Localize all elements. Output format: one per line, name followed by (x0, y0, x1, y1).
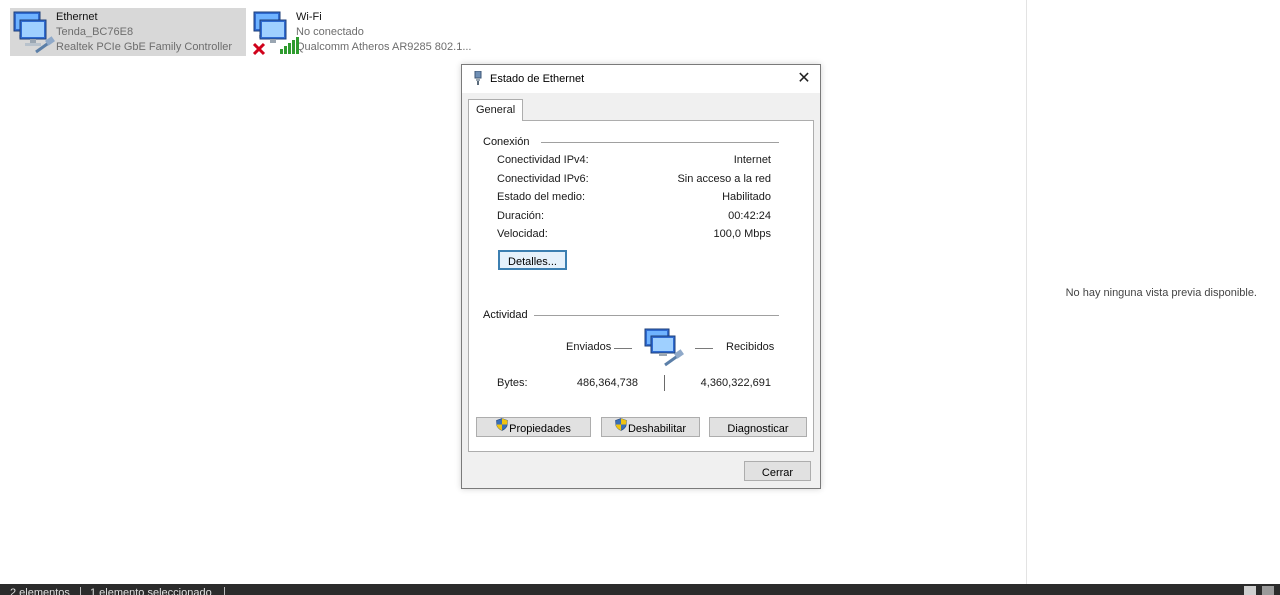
adapter-wifi[interactable]: Wi-Fi No conectado Qualcomm Atheros AR92… (250, 8, 500, 56)
uac-shield-icon (496, 418, 508, 438)
large-icons-view-icon[interactable] (1262, 586, 1274, 595)
row-value: Internet (733, 154, 771, 166)
row-label: Conectividad IPv6: (497, 173, 589, 185)
adapter-name: Ethernet (56, 11, 98, 23)
row-value: 100,0 Mbps (713, 228, 771, 240)
status-bar: 2 elementos 1 elemento seleccionado (0, 584, 1280, 595)
row-value: 00:42:24 (728, 210, 771, 222)
bytes-sent: 486,364,738 (576, 377, 638, 389)
activity-divider (664, 375, 665, 391)
bytes-received: 4,360,322,691 (700, 377, 771, 389)
divider (541, 142, 779, 143)
adapter-network: Tenda_BC76E8 (56, 26, 134, 38)
uac-shield-icon (615, 418, 627, 438)
activity-heading: Actividad (483, 309, 534, 321)
row-duration: Duración: 00:42:24 (497, 210, 771, 226)
connection-heading: Conexión (483, 136, 536, 148)
details-button[interactable]: Detalles... (498, 250, 567, 270)
row-speed: Velocidad: 100,0 Mbps (497, 228, 771, 244)
properties-label: Propiedades (509, 423, 571, 435)
details-view-icon[interactable] (1244, 586, 1256, 595)
selected-count: 1 elemento seleccionado (90, 587, 212, 595)
dialog-title: Estado de Ethernet (490, 73, 585, 85)
row-media-state: Estado del medio: Habilitado (497, 191, 771, 207)
tab-general[interactable]: General (468, 99, 524, 121)
row-label: Estado del medio: (497, 191, 586, 203)
received-label: Recibidos (726, 341, 775, 353)
close-icon[interactable]: ✕ (794, 69, 814, 89)
adapter-device: Qualcomm Atheros AR9285 802.1... (296, 41, 472, 53)
status-separator (80, 587, 81, 595)
preview-pane: No hay ninguna vista previa disponible. (1026, 0, 1280, 584)
sent-dash (614, 348, 632, 349)
ethernet-status-dialog: Estado de Ethernet ✕ General Conexión Co… (461, 64, 821, 489)
adapter-device: Realtek PCIe GbE Family Controller (56, 41, 233, 53)
network-connections-pane[interactable]: Ethernet Tenda_BC76E8 Realtek PCIe GbE F… (0, 0, 1026, 584)
preview-message: No hay ninguna vista previa disponible. (1065, 287, 1257, 299)
items-count: 2 elementos (10, 587, 70, 595)
general-tab-panel: Conexión Conectividad IPv4: Internet Con… (468, 120, 814, 452)
properties-button[interactable]: Propiedades (476, 417, 591, 437)
sent-label: Enviados (566, 341, 612, 353)
row-value: Sin acceso a la red (677, 173, 771, 185)
row-label: Duración: (497, 210, 545, 222)
network-adapter-icon (10, 8, 56, 56)
status-separator (224, 587, 225, 595)
row-ipv6: Conectividad IPv6: Sin acceso a la red (497, 173, 771, 189)
adapter-network: No conectado (296, 26, 364, 38)
dialog-titlebar[interactable]: Estado de Ethernet ✕ (462, 65, 820, 93)
disable-label: Deshabilitar (627, 423, 687, 435)
row-label: Conectividad IPv4: (497, 154, 589, 166)
network-activity-icon (643, 327, 689, 374)
adapter-ethernet[interactable]: Ethernet Tenda_BC76E8 Realtek PCIe GbE F… (10, 8, 246, 56)
diagnose-button[interactable]: Diagnosticar (709, 417, 807, 437)
adapter-name: Wi-Fi (296, 11, 322, 23)
close-button[interactable]: Cerrar (744, 461, 811, 481)
bytes-label: Bytes: (497, 377, 528, 389)
wifi-adapter-icon (250, 8, 299, 56)
row-ipv4: Conectividad IPv4: Internet (497, 154, 771, 170)
disable-button[interactable]: Deshabilitar (601, 417, 700, 437)
received-dash (695, 348, 713, 349)
ethernet-plug-icon (472, 70, 484, 88)
row-label: Velocidad: (497, 228, 548, 240)
row-value: Habilitado (722, 191, 771, 203)
divider (533, 315, 779, 316)
